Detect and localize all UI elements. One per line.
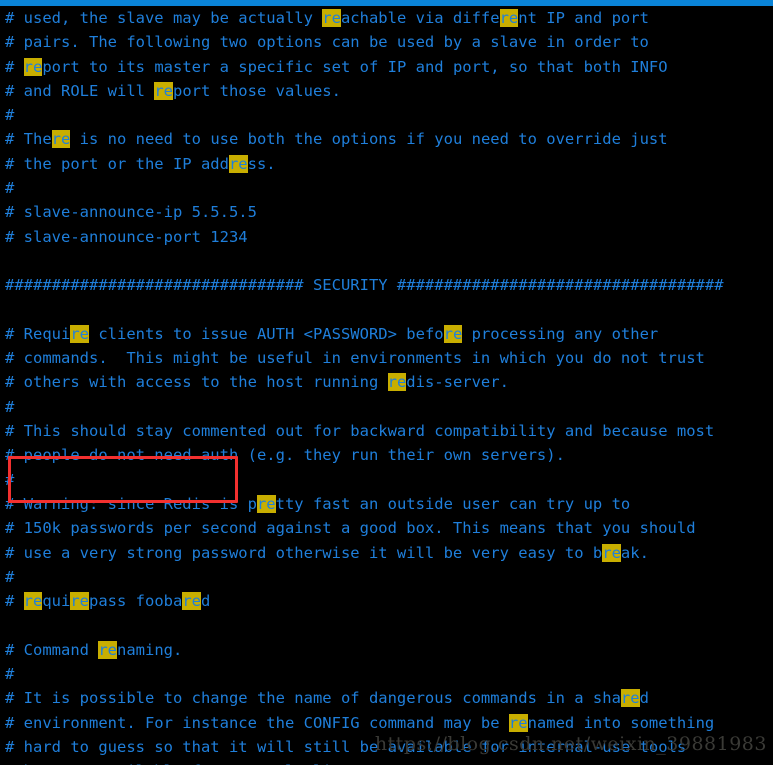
line-text: # environment. For instance the CONFIG c… [5, 713, 509, 732]
editor-line[interactable]: # and ROLE will report those values. [0, 79, 773, 103]
editor-line[interactable]: # 150k passwords per second against a go… [0, 516, 773, 540]
line-text: achable via diffe [340, 9, 500, 27]
search-match-highlight: re [23, 592, 43, 611]
editor-line[interactable]: # people do not need auth (e.g. they run… [0, 443, 773, 467]
line-text: # [5, 567, 15, 586]
editor-line[interactable]: # others with access to the host running… [0, 370, 773, 394]
text-editor-buffer[interactable]: # used, the slave may be actually reacha… [0, 6, 773, 765]
line-text: naming. [117, 640, 183, 659]
editor-line[interactable]: # commands. This might be useful in envi… [0, 346, 773, 370]
line-text: # and ROLE will [5, 81, 155, 100]
line-text: # [5, 397, 15, 416]
editor-line[interactable]: # Command renaming. [0, 638, 773, 662]
search-match-highlight: re [70, 324, 89, 343]
editor-line[interactable]: # [0, 468, 773, 492]
line-text: d [639, 689, 649, 708]
search-match-highlight: re [620, 689, 640, 708]
editor-line[interactable]: # Warning: since Redis is pretty fast an… [0, 492, 773, 516]
editor-line[interactable] [0, 249, 773, 273]
line-text: qui [42, 592, 71, 611]
line-text: # use a very strong password otherwise i… [5, 543, 603, 562]
line-text: # [5, 106, 15, 125]
line-text: # pairs. The following two options can b… [5, 33, 649, 52]
line-text: clients to issue AUTH <PASSWORD> befo [89, 324, 444, 343]
line-text: pass fooba [89, 592, 183, 611]
editor-line[interactable]: # [0, 395, 773, 419]
editor-line[interactable]: # used, the slave may be actually reacha… [0, 6, 773, 30]
line-text: # slave-announce-port 1234 [5, 227, 248, 246]
watermark-url: https://blog.csdn.net/weixin_39881983 [374, 733, 767, 755]
line-text: # used, the slave may be actually [5, 9, 323, 27]
line-text: # The [5, 130, 52, 149]
line-text: ss. [247, 154, 276, 173]
editor-line[interactable]: # [0, 565, 773, 589]
line-text: ################################ SECURIT… [5, 276, 724, 295]
editor-line[interactable]: # but not available for general clients. [0, 759, 773, 765]
line-text: # Command [5, 640, 99, 659]
search-match-highlight: re [602, 543, 621, 562]
search-match-highlight: re [322, 9, 341, 27]
search-match-highlight: re [70, 592, 90, 611]
search-match-highlight: re [98, 640, 117, 659]
search-match-highlight: re [387, 373, 407, 392]
line-text: # [5, 470, 15, 489]
search-match-highlight: re [23, 57, 43, 76]
search-match-highlight: re [154, 81, 173, 100]
editor-line[interactable] [0, 298, 773, 322]
line-text: is no need to use both the options if yo… [70, 130, 668, 149]
search-match-highlight: re [499, 9, 519, 27]
line-text: ak. [620, 543, 649, 562]
line-text: tty fast an outside user can try up to [275, 494, 631, 513]
line-text: dis-server. [406, 373, 509, 392]
line-text: # [5, 665, 15, 684]
editor-line[interactable]: # Require clients to issue AUTH <PASSWOR… [0, 322, 773, 346]
editor-line[interactable]: # There is no need to use both the optio… [0, 127, 773, 151]
editor-line[interactable]: ################################ SECURIT… [0, 273, 773, 297]
line-text: # [5, 179, 15, 198]
search-match-highlight: re [508, 713, 528, 732]
editor-line[interactable]: # [0, 176, 773, 200]
editor-line[interactable]: # This should stay commented out for bac… [0, 419, 773, 443]
editor-line[interactable] [0, 613, 773, 637]
editor-line[interactable]: # requirepass foobared [0, 589, 773, 613]
line-text: # This should stay commented out for bac… [5, 422, 715, 441]
terminal-screen: # used, the slave may be actually reacha… [0, 0, 773, 765]
line-text: # 150k passwords per second against a go… [5, 519, 696, 538]
editor-line[interactable]: # slave-announce-port 1234 [0, 225, 773, 249]
line-text: named into something [527, 713, 715, 732]
line-text: # It is possible to change the name of d… [5, 689, 621, 708]
line-text: # the port or the IP add [5, 154, 229, 173]
line-text: # [5, 592, 24, 611]
editor-line[interactable]: # It is possible to change the name of d… [0, 686, 773, 710]
editor-line[interactable]: # environment. For instance the CONFIG c… [0, 711, 773, 735]
line-text: processing any other [462, 324, 659, 343]
search-match-highlight: re [228, 154, 248, 173]
line-text: # people do not need auth (e.g. they run… [5, 446, 565, 465]
line-text: # commands. This might be useful in envi… [5, 349, 705, 368]
search-match-highlight: re [182, 592, 202, 611]
line-text: d [201, 592, 211, 611]
line-text: port to its master a specific set of IP … [42, 57, 668, 76]
editor-line[interactable]: # slave-announce-ip 5.5.5.5 [0, 200, 773, 224]
editor-line[interactable]: # [0, 103, 773, 127]
editor-line[interactable]: # the port or the IP address. [0, 152, 773, 176]
line-text: port those values. [172, 81, 341, 100]
line-text: # slave-announce-ip 5.5.5.5 [5, 203, 257, 222]
line-text: # [5, 57, 24, 76]
line-text: # others with access to the host running [5, 373, 388, 392]
editor-line[interactable]: # report to its master a specific set of… [0, 55, 773, 79]
search-match-highlight: re [443, 324, 463, 343]
line-text: # Warning: since Redis is p [5, 494, 257, 513]
search-match-highlight: re [256, 494, 276, 513]
editor-line[interactable]: # use a very strong password otherwise i… [0, 541, 773, 565]
line-text: nt IP and port [518, 9, 649, 27]
line-text: # Requi [5, 324, 71, 343]
editor-line[interactable]: # [0, 662, 773, 686]
search-match-highlight: re [51, 130, 71, 149]
editor-line[interactable]: # pairs. The following two options can b… [0, 30, 773, 54]
